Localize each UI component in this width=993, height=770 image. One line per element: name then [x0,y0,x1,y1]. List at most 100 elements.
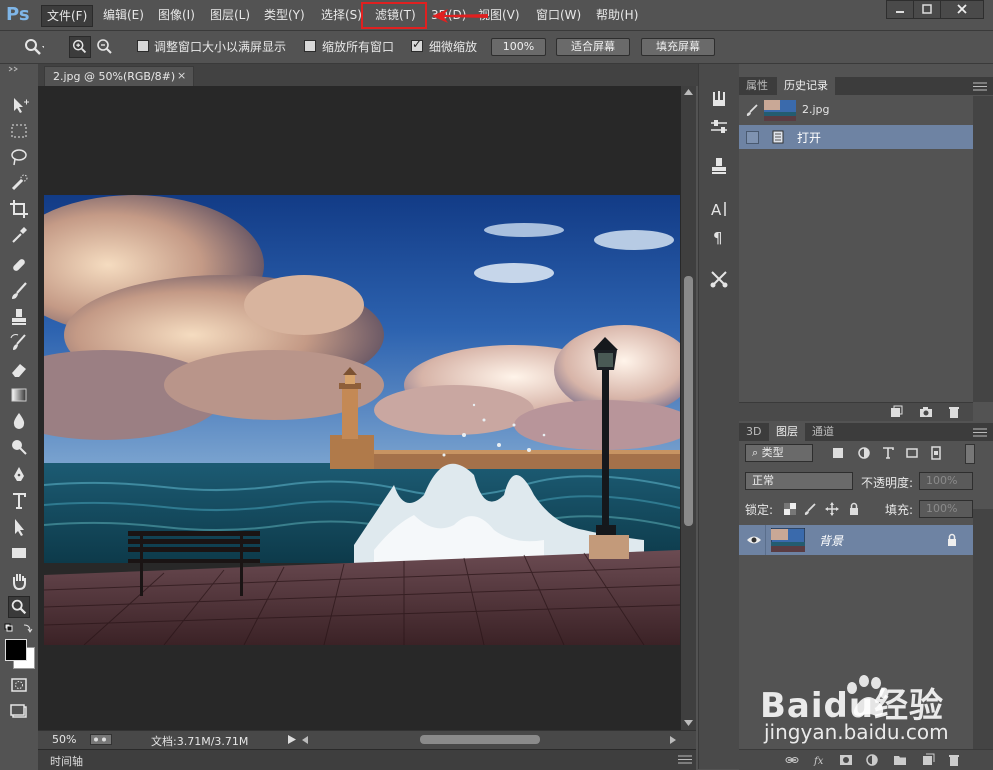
trash-icon[interactable] [947,405,961,419]
crop-tool-icon[interactable] [8,198,30,220]
filter-adjustment-icon[interactable] [857,446,871,460]
fill-screen-button[interactable]: 填充屏幕 [641,38,715,56]
tab-properties[interactable]: 属性 [739,77,775,95]
new-layer-icon[interactable] [921,753,935,767]
rectangle-tool-icon[interactable] [8,542,30,564]
filter-smart-object-icon[interactable] [929,446,943,460]
actual-pixels-button[interactable]: 100% [491,38,546,56]
link-layers-icon[interactable] [785,753,799,767]
opacity-input[interactable]: 100% [919,472,973,490]
history-brush-tool-icon[interactable] [8,332,30,354]
layers-scrollbar[interactable] [973,509,993,749]
scroll-right-arrow-icon[interactable] [670,736,676,744]
menu-help[interactable]: 帮助(H) [590,5,644,25]
blur-tool-icon[interactable] [8,410,30,432]
tab-layers[interactable]: 图层 [769,423,805,441]
filter-toggle-switch[interactable] [965,444,975,464]
clone-stamp-tool-icon[interactable] [8,306,30,328]
menu-type[interactable]: 类型(Y) [258,5,311,25]
history-step-checkbox[interactable] [746,131,759,144]
timeline-panel-bar[interactable]: 时间轴 [38,749,696,770]
zoom-tool-preset-icon[interactable] [22,36,44,58]
document-tab-close-icon[interactable]: × [177,69,186,82]
lock-transparent-pixels-icon[interactable] [783,502,797,516]
character-panel-icon[interactable]: A [708,198,730,220]
menu-file[interactable]: 文件(F) [41,5,94,27]
status-menu-arrow-icon[interactable] [288,735,296,744]
fill-input[interactable]: 100% [919,500,973,518]
zoom-in-option[interactable] [69,36,91,58]
menu-layer[interactable]: 图层(L) [204,5,256,25]
horizontal-scroll-thumb[interactable] [420,735,540,744]
tool-presets-icon[interactable] [708,268,730,290]
zoom-tool[interactable] [8,596,30,618]
eyedropper-tool-icon[interactable] [8,224,30,246]
panel-menu-icon[interactable] [678,755,692,764]
delete-layer-trash-icon[interactable] [947,753,961,767]
document-vertical-scrollbar[interactable] [681,86,696,730]
camera-snapshot-icon[interactable] [919,405,933,419]
fit-screen-button[interactable]: 适合屏幕 [556,38,630,56]
zoom-level-readout[interactable]: 50% [52,733,76,746]
history-scrollbar[interactable] [973,96,993,402]
foreground-color-swatch[interactable] [5,639,27,661]
pen-tool-icon[interactable] [8,464,30,486]
minimize-button[interactable] [886,0,914,19]
screen-mode-icon[interactable] [8,700,30,722]
quick-selection-tool-icon[interactable] [8,172,30,194]
type-tool-icon[interactable] [8,490,30,512]
brush-presets-icon[interactable] [708,88,730,110]
swap-colors-icon[interactable] [4,623,34,635]
adjustments-sliders-icon[interactable] [708,116,730,138]
tab-channels[interactable]: 通道 [805,423,841,441]
layer-name[interactable]: 背景 [819,532,843,549]
vertical-scroll-thumb[interactable] [684,276,693,526]
zoom-out-option[interactable] [94,36,116,58]
history-step-row[interactable]: 打开 [739,125,973,149]
healing-brush-tool-icon[interactable] [8,254,30,276]
collapse-arrows-icon[interactable] [6,66,32,72]
path-selection-tool-icon[interactable] [8,516,30,538]
move-tool-icon[interactable] [8,94,30,116]
document-tab[interactable]: 2.jpg @ 50%(RGB/8#) × [44,66,194,86]
menu-image[interactable]: 图像(I) [152,5,201,25]
scroll-down-arrow-icon[interactable] [684,720,693,726]
lock-all-icon[interactable] [847,502,861,516]
scroll-up-arrow-icon[interactable] [684,89,693,95]
history-snapshot-row[interactable]: 2.jpg [739,97,973,124]
add-mask-icon[interactable] [839,753,853,767]
clone-source-icon[interactable] [708,156,730,178]
gradient-tool-icon[interactable] [8,384,30,406]
menu-edit[interactable]: 编辑(E) [97,5,150,25]
layers-panel-menu-icon[interactable] [973,428,987,437]
blend-mode-select[interactable]: 正常 [745,472,853,490]
filter-type-icon[interactable] [881,446,895,460]
new-adjustment-layer-icon[interactable] [865,753,879,767]
resize-windows-checkbox[interactable] [137,40,149,52]
menu-window[interactable]: 窗口(W) [530,5,587,25]
paragraph-panel-icon[interactable]: ¶ [708,226,730,248]
layer-style-fx-icon[interactable]: fx [813,753,827,767]
close-window-button[interactable] [940,0,984,19]
history-brush-source-icon[interactable] [745,103,759,117]
quick-mask-icon[interactable] [8,674,30,696]
layer-filter-kind-select[interactable]: ⌕ 类型 [745,444,813,462]
tab-history[interactable]: 历史记录 [777,77,835,95]
filter-pixel-icon[interactable] [831,446,845,460]
new-document-from-state-icon[interactable] [889,405,903,419]
tab-3d[interactable]: 3D [739,423,768,441]
eye-visibility-icon[interactable] [746,533,762,547]
layer-row-background[interactable]: 背景 [739,525,973,555]
lasso-tool-icon[interactable] [8,146,30,168]
zoom-all-windows-checkbox[interactable] [304,40,316,52]
eraser-tool-icon[interactable] [8,358,30,380]
lock-position-icon[interactable] [825,502,839,516]
new-group-folder-icon[interactable] [893,753,907,767]
lock-image-pixels-icon[interactable] [803,502,817,516]
filter-shape-icon[interactable] [905,446,919,460]
brush-tool-icon[interactable] [8,280,30,302]
scroll-left-arrow-icon[interactable] [302,736,308,744]
scrubby-zoom-checkbox[interactable] [411,37,423,52]
marquee-tool-icon[interactable] [8,120,30,142]
dodge-tool-icon[interactable] [8,436,30,458]
